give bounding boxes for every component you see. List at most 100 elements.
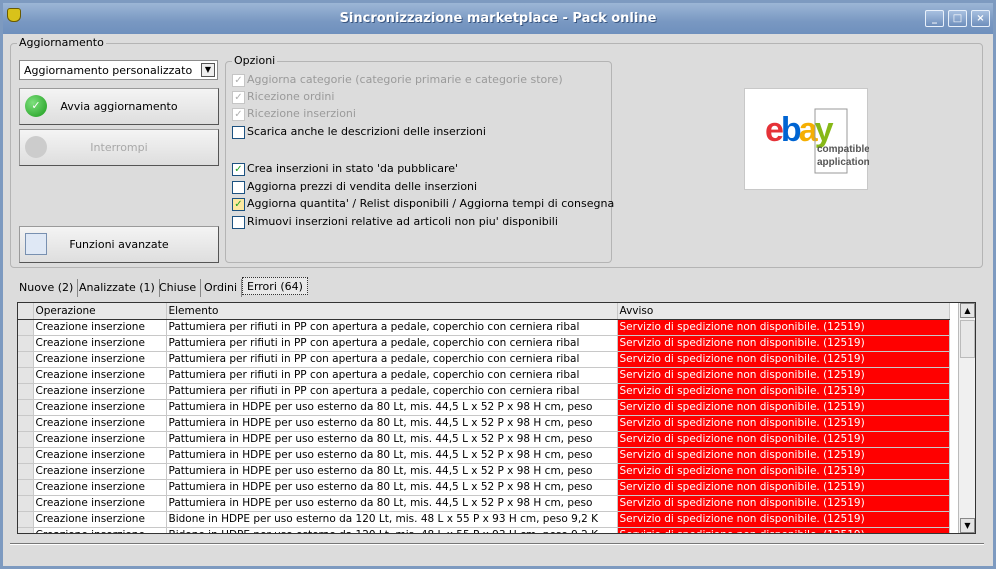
- cell-operazione: Creazione inserzione: [33, 399, 167, 416]
- row-indicator[interactable]: [18, 319, 34, 336]
- cell-avviso: Servizio di spedizione non disponibile. …: [617, 463, 950, 480]
- row-indicator[interactable]: [18, 463, 34, 480]
- cell-elemento: Pattumiera per rifiuti in PP con apertur…: [166, 335, 618, 352]
- table-row[interactable]: Creazione inserzione Pattumiera per rifiu…: [18, 383, 950, 400]
- start-update-label: Avvia aggiornamento: [60, 100, 178, 113]
- option-checkbox-6[interactable]: ✓ Aggiorna quantita' / Relist disponibili…: [232, 197, 614, 213]
- table-row[interactable]: Creazione inserzione Pattumiera in HDPE p…: [18, 447, 950, 464]
- title-bar[interactable]: Sincronizzazione marketplace - Pack onli…: [3, 3, 993, 34]
- checkbox-icon: ✓: [232, 74, 245, 87]
- cell-operazione: Creazione inserzione: [33, 319, 167, 336]
- row-indicator[interactable]: [18, 351, 34, 368]
- options-group-label: Opzioni: [232, 54, 278, 67]
- option-checkbox-3[interactable]: Scarica anche le descrizioni delle inser…: [232, 125, 486, 141]
- table-row[interactable]: Creazione inserzione Pattumiera per rifiu…: [18, 335, 950, 352]
- row-indicator[interactable]: [18, 479, 34, 496]
- row-indicator[interactable]: [18, 447, 34, 464]
- table-row[interactable]: Creazione inserzione Pattumiera per rifiu…: [18, 367, 950, 384]
- column-header-elemento[interactable]: Elemento: [166, 303, 618, 320]
- table-row[interactable]: Creazione inserzione Pattumiera in HDPE p…: [18, 431, 950, 448]
- maximize-button[interactable]: □: [948, 10, 967, 27]
- start-update-button[interactable]: ✓ Avvia aggiornamento: [19, 88, 219, 125]
- option-checkbox-4[interactable]: ✓ Crea inserzioni in stato 'da pubblicare…: [232, 162, 458, 178]
- update-group-label: Aggiornamento: [17, 36, 106, 49]
- table-row[interactable]: Creazione inserzione Pattumiera per rifiu…: [18, 319, 950, 336]
- scroll-up-icon[interactable]: ▲: [960, 303, 975, 318]
- table-row[interactable]: Creazione inserzione Pattumiera in HDPE p…: [18, 415, 950, 432]
- chevron-down-icon[interactable]: ▼: [201, 63, 215, 77]
- option-checkbox-2: ✓ Ricezione inserzioni: [232, 107, 356, 123]
- vertical-scrollbar[interactable]: ▲ ▼: [958, 303, 975, 533]
- cell-elemento: Bidone in HDPE per uso esterno da 120 Lt…: [166, 511, 618, 528]
- cell-operazione: Creazione inserzione: [33, 351, 167, 368]
- table-row[interactable]: Creazione inserzioneBidone in HDPE per u…: [18, 527, 950, 533]
- update-mode-value: Aggiornamento personalizzato: [24, 64, 193, 77]
- scrollbar-thumb[interactable]: [960, 320, 975, 358]
- row-indicator[interactable]: [18, 431, 34, 448]
- cell-operazione: Creazione inserzione: [33, 447, 167, 464]
- cell-elemento: Pattumiera per rifiuti in PP con apertur…: [166, 351, 618, 368]
- option-checkbox-7[interactable]: Rimuovi inserzioni relative ad articoli …: [232, 215, 558, 231]
- checkbox-icon[interactable]: ✓: [232, 163, 245, 176]
- tab-0[interactable]: Nuove (2): [15, 279, 79, 297]
- advanced-functions-button[interactable]: Funzioni avanzate: [19, 226, 219, 263]
- table-row[interactable]: Creazione inserzione Pattumiera in HDPE p…: [18, 495, 950, 512]
- row-indicator[interactable]: [18, 495, 34, 512]
- checkbox-icon[interactable]: [232, 181, 245, 194]
- checkbox-icon[interactable]: [232, 126, 245, 139]
- table-row[interactable]: Creazione inserzione Pattumiera in HDPE p…: [18, 463, 950, 480]
- cell-avviso: Servizio di spedizione non disponibile. …: [617, 367, 950, 384]
- cell-elemento: Pattumiera in HDPE per uso esterno da 80…: [166, 399, 618, 416]
- cell-avviso: Servizio di spedizione non disponibile. …: [617, 319, 950, 336]
- cell-avviso: Servizio di spedizione non disponibile. …: [617, 431, 950, 448]
- checkbox-icon[interactable]: [232, 216, 245, 229]
- table-row[interactable]: Creazione inserzione Pattumiera in HDPE p…: [18, 399, 950, 416]
- row-indicator[interactable]: [18, 527, 34, 533]
- option-checkbox-5[interactable]: Aggiorna prezzi di vendita delle inserzi…: [232, 180, 477, 196]
- option-label: Ricezione ordini: [247, 90, 335, 103]
- cell-operazione: Creazione inserzione: [33, 431, 167, 448]
- cell-elemento: Pattumiera in HDPE per uso esterno da 80…: [166, 431, 618, 448]
- row-indicator[interactable]: [18, 335, 34, 352]
- tab-4[interactable]: Errori (64): [242, 277, 308, 295]
- option-label: Aggiorna categorie (categorie primarie e…: [247, 73, 563, 86]
- cell-elemento: Pattumiera per rifiuti in PP con apertur…: [166, 383, 618, 400]
- table-row[interactable]: Creazione inserzioneBidone in HDPE per u…: [18, 511, 950, 528]
- errors-grid[interactable]: Operazione Elemento Avviso Creazione ins…: [17, 302, 976, 534]
- window-title: Sincronizzazione marketplace - Pack onli…: [339, 11, 657, 26]
- tab-2[interactable]: Chiuse: [155, 279, 202, 297]
- cell-avviso: Servizio di spedizione non disponibile. …: [617, 415, 950, 432]
- cell-elemento: Pattumiera per rifiuti in PP con apertur…: [166, 319, 618, 336]
- status-divider: [10, 543, 984, 545]
- row-indicator[interactable]: [18, 511, 34, 528]
- cell-operazione: Creazione inserzione: [33, 335, 167, 352]
- row-indicator[interactable]: [18, 367, 34, 384]
- minimize-button[interactable]: _: [925, 10, 944, 27]
- cell-avviso: Servizio di spedizione non disponibile. …: [617, 447, 950, 464]
- cell-avviso: Servizio di spedizione non disponibile. …: [617, 495, 950, 512]
- option-label: Aggiorna prezzi di vendita delle inserzi…: [247, 180, 478, 193]
- cell-operazione: Creazione inserzione: [33, 383, 167, 400]
- column-header-avviso[interactable]: Avviso: [617, 303, 950, 320]
- row-indicator[interactable]: [18, 383, 34, 400]
- table-row[interactable]: Creazione inserzione Pattumiera per rifiu…: [18, 351, 950, 368]
- cell-elemento: Pattumiera in HDPE per uso esterno da 80…: [166, 463, 618, 480]
- row-indicator[interactable]: [18, 399, 34, 416]
- option-label: Ricezione inserzioni: [247, 107, 356, 120]
- tab-3[interactable]: Ordini: [200, 279, 243, 297]
- column-header-operazione[interactable]: Operazione: [33, 303, 167, 320]
- cell-avviso: Servizio di spedizione non disponibile. …: [617, 383, 950, 400]
- close-button[interactable]: ×: [971, 10, 990, 27]
- checkbox-icon[interactable]: ✓: [232, 198, 245, 211]
- row-indicator[interactable]: [18, 415, 34, 432]
- stop-icon: [25, 136, 47, 158]
- svg-text:compatible: compatible: [817, 144, 869, 155]
- option-label: Rimuovi inserzioni relative ad articoli …: [247, 215, 558, 228]
- ebay-compatible-logo: ebay compatible application: [744, 88, 870, 190]
- cell-elemento: Pattumiera in HDPE per uso esterno da 80…: [166, 495, 618, 512]
- tab-1[interactable]: Analizzate (1): [75, 279, 160, 297]
- cell-elemento: Bidone in HDPE per uso esterno da 120 Lt…: [166, 527, 618, 533]
- scroll-down-icon[interactable]: ▼: [960, 518, 975, 533]
- update-mode-select[interactable]: Aggiornamento personalizzato ▼: [19, 60, 218, 80]
- table-row[interactable]: Creazione inserzione Pattumiera in HDPE p…: [18, 479, 950, 496]
